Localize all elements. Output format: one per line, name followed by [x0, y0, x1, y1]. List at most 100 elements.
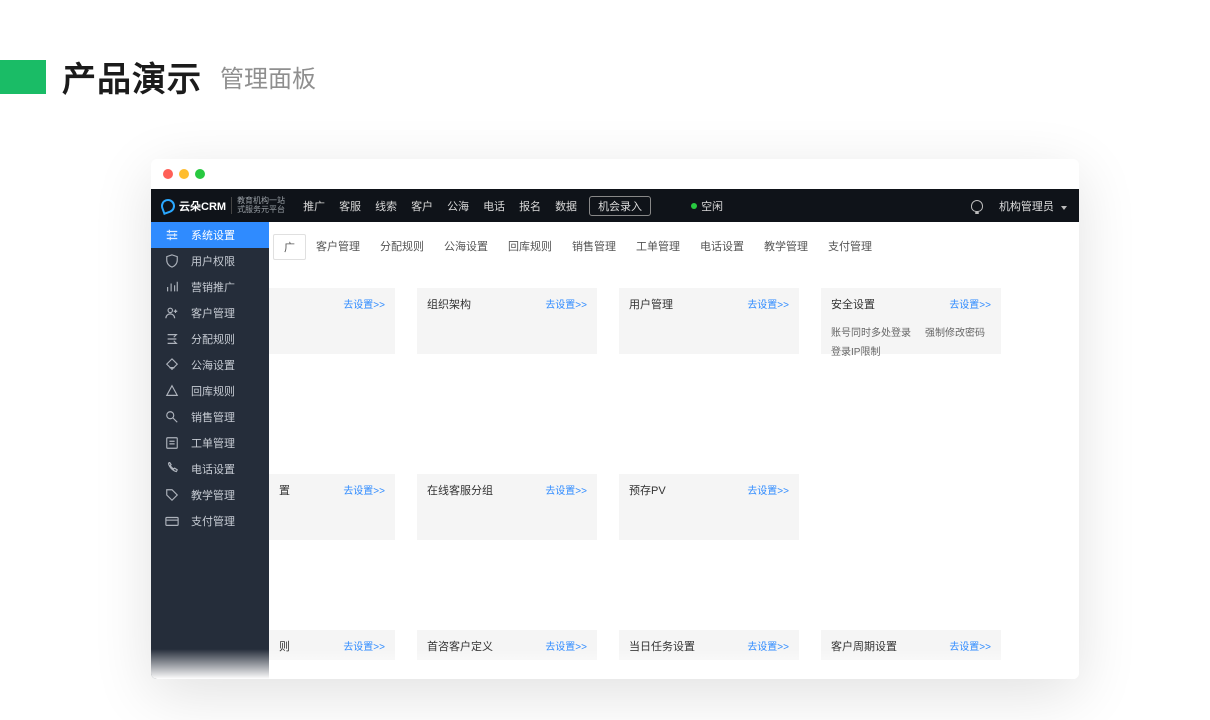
tab[interactable]: 回库规则: [498, 234, 562, 260]
tag-icon: [165, 488, 179, 502]
sidebar-item-label: 分配规则: [191, 331, 235, 347]
card-sub[interactable]: 登录IP限制: [831, 343, 880, 358]
card-icon: [165, 514, 179, 528]
user-icon: [165, 306, 179, 320]
sidebar-item-sales-mgmt[interactable]: 销售管理: [151, 404, 269, 430]
settings-card: 用户管理 去设置>>: [619, 288, 799, 354]
settings-card: 组织架构 去设置>>: [417, 288, 597, 354]
go-settings-link[interactable]: 去设置>>: [747, 482, 789, 497]
nav-item[interactable]: 客户: [411, 198, 433, 214]
go-settings-link[interactable]: 去设置>>: [343, 296, 385, 311]
sidebar-item-label: 客户管理: [191, 305, 235, 321]
minimize-dot[interactable]: [179, 169, 189, 179]
sea-icon: [165, 358, 179, 372]
nav-item[interactable]: 客服: [339, 198, 361, 214]
sidebar-item-payment-mgmt[interactable]: 支付管理: [151, 508, 269, 534]
go-settings-link[interactable]: 去设置>>: [949, 296, 991, 311]
header-right: 机构管理员: [971, 189, 1067, 222]
top-nav: 推广 客服 线索 客户 公海 电话 报名 数据: [303, 198, 577, 214]
card-sub[interactable]: 强制修改密码: [925, 324, 985, 339]
go-settings-link[interactable]: 去设置>>: [747, 638, 789, 653]
sidebar-item-customer-mgmt[interactable]: 客户管理: [151, 300, 269, 326]
user-role-label: 机构管理员: [999, 201, 1054, 213]
status-label: 空闲: [701, 198, 723, 214]
sidebar-item-marketing[interactable]: 营销推广: [151, 274, 269, 300]
sub-tabs: 广 客户管理 分配规则 公海设置 回库规则 销售管理 工单管理 电话设置 教学管…: [269, 222, 1079, 260]
card-sub[interactable]: 账号同时多处登录: [831, 324, 911, 339]
go-settings-link[interactable]: 去设置>>: [747, 296, 789, 311]
settings-section: 置 去设置>> 在线客服分组 去设置>> 预存PV 去设置>>: [269, 474, 1079, 540]
sidebar-item-label: 公海设置: [191, 357, 235, 373]
slide-title: 产品演示 管理面板: [0, 52, 316, 101]
sidebar-item-label: 用户权限: [191, 253, 235, 269]
sidebar-item-label: 电话设置: [191, 461, 235, 477]
cloud-icon: [159, 197, 177, 215]
sidebar-item-public-sea[interactable]: 公海设置: [151, 352, 269, 378]
nav-item[interactable]: 数据: [555, 198, 577, 214]
logo[interactable]: 云朵CRM 教育机构一站式服务元平台: [151, 189, 295, 222]
triangle-icon: [165, 384, 179, 398]
settings-card: 预存PV 去设置>>: [619, 474, 799, 540]
tab[interactable]: 客户管理: [306, 234, 370, 260]
tab[interactable]: 公海设置: [434, 234, 498, 260]
tab[interactable]: 支付管理: [818, 234, 882, 260]
go-settings-link[interactable]: 去设置>>: [343, 482, 385, 497]
nav-item[interactable]: 电话: [483, 198, 505, 214]
settings-card: 去设置>>: [269, 288, 395, 354]
sales-icon: [165, 410, 179, 424]
rules-icon: [165, 332, 179, 346]
tab[interactable]: 教学管理: [754, 234, 818, 260]
slide-title-sub: 管理面板: [220, 59, 316, 94]
go-settings-link[interactable]: 去设置>>: [343, 638, 385, 653]
sidebar-item-allocation-rules[interactable]: 分配规则: [151, 326, 269, 352]
chevron-down-icon: [1061, 206, 1067, 210]
nav-item[interactable]: 公海: [447, 198, 469, 214]
window-chrome: [151, 159, 1079, 189]
go-settings-link[interactable]: 去设置>>: [545, 638, 587, 653]
app-window: 云朵CRM 教育机构一站式服务元平台 推广 客服 线索 客户 公海 电话 报名 …: [151, 159, 1079, 679]
tab[interactable]: 分配规则: [370, 234, 434, 260]
sidebar: 系统设置 用户权限 营销推广 客户管理 分配规则 公海设置: [151, 222, 269, 679]
go-settings-link[interactable]: 去设置>>: [545, 482, 587, 497]
sidebar-item-teaching-mgmt[interactable]: 教学管理: [151, 482, 269, 508]
status-indicator[interactable]: 空闲: [691, 198, 723, 214]
nav-item[interactable]: 推广: [303, 198, 325, 214]
slide-title-main: 产品演示: [62, 52, 202, 101]
app-body: 系统设置 用户权限 营销推广 客户管理 分配规则 公海设置: [151, 222, 1079, 679]
settings-card: 当日任务设置 去设置>>: [619, 630, 799, 660]
close-dot[interactable]: [163, 169, 173, 179]
sidebar-item-label: 系统设置: [191, 227, 235, 243]
nav-item[interactable]: 报名: [519, 198, 541, 214]
settings-section: 则 去设置>> 首咨客户定义 去设置>> 当日任务设置 去设置>> 客户周期设置…: [269, 630, 1079, 660]
tab[interactable]: 销售管理: [562, 234, 626, 260]
record-opportunity-button[interactable]: 机会录入: [589, 196, 651, 216]
tab[interactable]: 工单管理: [626, 234, 690, 260]
accent-bar: [0, 60, 46, 94]
sidebar-item-phone-settings[interactable]: 电话设置: [151, 456, 269, 482]
sidebar-item-label: 营销推广: [191, 279, 235, 295]
sliders-icon: [165, 228, 179, 242]
sidebar-item-label: 支付管理: [191, 513, 235, 529]
go-settings-link[interactable]: 去设置>>: [545, 296, 587, 311]
settings-card: 则 去设置>>: [269, 630, 395, 660]
sidebar-item-label: 教学管理: [191, 487, 235, 503]
status-dot-icon: [691, 203, 697, 209]
go-settings-link[interactable]: 去设置>>: [949, 638, 991, 653]
bell-icon[interactable]: [971, 200, 983, 212]
tab[interactable]: 广: [273, 234, 306, 260]
main-panel: 广 客户管理 分配规则 公海设置 回库规则 销售管理 工单管理 电话设置 教学管…: [269, 222, 1079, 679]
sidebar-item-label: 工单管理: [191, 435, 235, 451]
shield-icon: [165, 254, 179, 268]
logo-tagline: 教育机构一站式服务元平台: [231, 197, 285, 214]
settings-card: 客户周期设置 去设置>>: [821, 630, 1001, 660]
sidebar-item-user-permissions[interactable]: 用户权限: [151, 248, 269, 274]
maximize-dot[interactable]: [195, 169, 205, 179]
settings-section: 去设置>> 组织架构 去设置>> 用户管理 去设置>> 安全设置 去设置>>: [269, 288, 1079, 354]
sidebar-item-system-settings[interactable]: 系统设置: [151, 222, 269, 248]
sidebar-item-ticket-mgmt[interactable]: 工单管理: [151, 430, 269, 456]
user-menu[interactable]: 机构管理员: [999, 198, 1067, 214]
tab[interactable]: 电话设置: [690, 234, 754, 260]
app-header: 云朵CRM 教育机构一站式服务元平台 推广 客服 线索 客户 公海 电话 报名 …: [151, 189, 1079, 222]
nav-item[interactable]: 线索: [375, 198, 397, 214]
sidebar-item-return-rules[interactable]: 回库规则: [151, 378, 269, 404]
